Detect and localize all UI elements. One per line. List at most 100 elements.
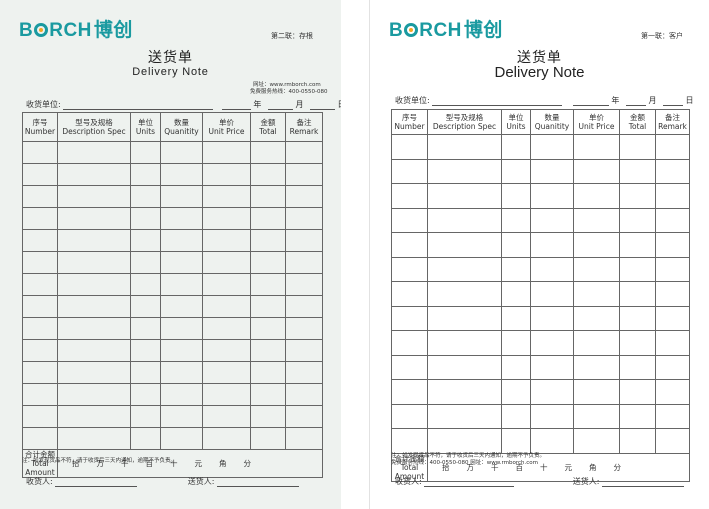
table-cell[interactable] xyxy=(250,207,286,230)
table-cell[interactable] xyxy=(57,339,131,362)
table-cell[interactable] xyxy=(530,379,574,405)
year-field[interactable] xyxy=(221,101,251,110)
table-cell[interactable] xyxy=(619,428,656,454)
table-cell[interactable] xyxy=(427,256,502,282)
table-cell[interactable] xyxy=(202,317,251,340)
deliverer-field[interactable] xyxy=(602,478,685,487)
table-cell[interactable] xyxy=(57,361,131,384)
table-cell[interactable] xyxy=(501,428,531,454)
table-cell[interactable] xyxy=(22,427,58,450)
table-cell[interactable] xyxy=(250,339,286,362)
table-cell[interactable] xyxy=(22,185,58,208)
table-cell[interactable] xyxy=(573,183,620,209)
table-cell[interactable] xyxy=(391,158,428,184)
table-cell[interactable] xyxy=(573,158,620,184)
table-cell[interactable] xyxy=(655,379,690,405)
table-cell[interactable] xyxy=(250,141,286,164)
table-cell[interactable] xyxy=(427,379,502,405)
year-field[interactable] xyxy=(572,97,609,106)
table-cell[interactable] xyxy=(202,361,251,384)
table-cell[interactable] xyxy=(391,354,428,380)
receiving-unit-field[interactable] xyxy=(63,101,214,110)
table-cell[interactable] xyxy=(530,183,574,209)
table-cell[interactable] xyxy=(427,158,502,184)
table-cell[interactable] xyxy=(130,383,161,406)
table-cell[interactable] xyxy=(530,403,574,429)
table-cell[interactable] xyxy=(285,141,323,164)
table-cell[interactable] xyxy=(655,256,690,282)
table-cell[interactable] xyxy=(501,281,531,307)
table-cell[interactable] xyxy=(22,317,58,340)
table-cell[interactable] xyxy=(285,317,323,340)
table-cell[interactable] xyxy=(427,330,502,356)
table-cell[interactable] xyxy=(202,295,251,318)
table-cell[interactable] xyxy=(22,295,58,318)
table-cell[interactable] xyxy=(202,383,251,406)
table-cell[interactable] xyxy=(530,232,574,258)
table-cell[interactable] xyxy=(160,163,203,186)
receiver-field[interactable] xyxy=(55,478,138,487)
table-cell[interactable] xyxy=(619,232,656,258)
table-cell[interactable] xyxy=(57,163,131,186)
table-cell[interactable] xyxy=(160,295,203,318)
table-cell[interactable] xyxy=(619,183,656,209)
table-cell[interactable] xyxy=(530,305,574,331)
table-cell[interactable] xyxy=(619,379,656,405)
table-cell[interactable] xyxy=(57,185,131,208)
table-cell[interactable] xyxy=(250,163,286,186)
table-cell[interactable] xyxy=(202,251,251,274)
table-cell[interactable] xyxy=(573,403,620,429)
table-cell[interactable] xyxy=(285,229,323,252)
table-cell[interactable] xyxy=(130,405,161,428)
table-cell[interactable] xyxy=(57,295,131,318)
table-cell[interactable] xyxy=(130,141,161,164)
table-cell[interactable] xyxy=(619,134,656,160)
table-cell[interactable] xyxy=(573,305,620,331)
table-cell[interactable] xyxy=(285,361,323,384)
table-cell[interactable] xyxy=(619,256,656,282)
table-cell[interactable] xyxy=(391,305,428,331)
table-cell[interactable] xyxy=(573,428,620,454)
table-cell[interactable] xyxy=(160,339,203,362)
table-cell[interactable] xyxy=(573,354,620,380)
table-cell[interactable] xyxy=(250,383,286,406)
table-cell[interactable] xyxy=(250,361,286,384)
table-cell[interactable] xyxy=(501,134,531,160)
table-cell[interactable] xyxy=(619,403,656,429)
table-cell[interactable] xyxy=(573,207,620,233)
table-cell[interactable] xyxy=(130,273,161,296)
table-cell[interactable] xyxy=(391,134,428,160)
table-cell[interactable] xyxy=(391,403,428,429)
table-cell[interactable] xyxy=(202,273,251,296)
table-cell[interactable] xyxy=(202,207,251,230)
table-cell[interactable] xyxy=(501,379,531,405)
table-cell[interactable] xyxy=(619,354,656,380)
table-cell[interactable] xyxy=(573,256,620,282)
table-cell[interactable] xyxy=(250,405,286,428)
table-cell[interactable] xyxy=(160,141,203,164)
table-cell[interactable] xyxy=(160,229,203,252)
table-cell[interactable] xyxy=(22,207,58,230)
table-cell[interactable] xyxy=(285,383,323,406)
table-cell[interactable] xyxy=(655,134,690,160)
table-cell[interactable] xyxy=(202,405,251,428)
table-cell[interactable] xyxy=(160,251,203,274)
table-cell[interactable] xyxy=(202,185,251,208)
table-cell[interactable] xyxy=(57,141,131,164)
month-field[interactable] xyxy=(625,97,646,106)
table-cell[interactable] xyxy=(22,273,58,296)
table-cell[interactable] xyxy=(130,339,161,362)
table-cell[interactable] xyxy=(427,207,502,233)
table-cell[interactable] xyxy=(285,185,323,208)
table-cell[interactable] xyxy=(427,232,502,258)
table-cell[interactable] xyxy=(573,281,620,307)
table-cell[interactable] xyxy=(22,141,58,164)
table-cell[interactable] xyxy=(22,383,58,406)
table-cell[interactable] xyxy=(391,207,428,233)
table-cell[interactable] xyxy=(202,339,251,362)
table-cell[interactable] xyxy=(202,229,251,252)
table-cell[interactable] xyxy=(285,163,323,186)
table-cell[interactable] xyxy=(22,361,58,384)
table-cell[interactable] xyxy=(573,330,620,356)
deliverer-field[interactable] xyxy=(217,478,300,487)
